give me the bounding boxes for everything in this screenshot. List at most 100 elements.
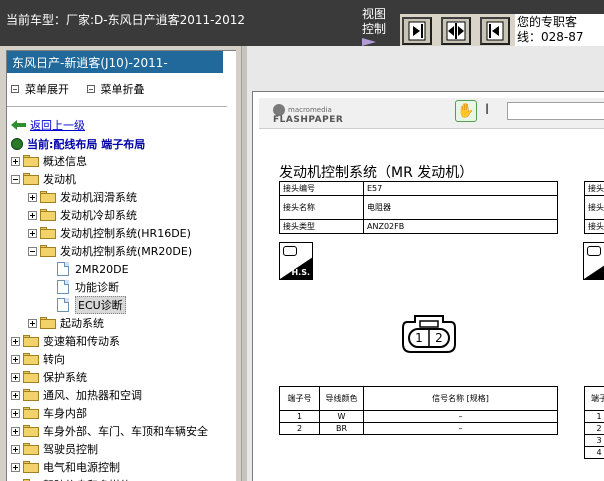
folder-icon — [23, 389, 39, 401]
right-pin-cell: 3 — [584, 434, 604, 447]
back-arrow-icon — [11, 120, 26, 130]
expand-all-button[interactable]: 菜单展开 — [11, 81, 69, 97]
tree-item-label: 电气和电源控制 — [43, 461, 120, 474]
flashpaper-logo: macromedia FLASHPAPER — [273, 104, 343, 125]
folder-icon — [40, 209, 56, 221]
right-label-1: 接头 — [584, 181, 604, 196]
signal-cell: – — [363, 410, 558, 423]
flashpaper-toolbar: macromedia FLASHPAPER ✋ Ι — [259, 98, 604, 129]
right-pin-cell: 4 — [584, 446, 604, 459]
tree-item-label: 驾驶员控制 — [43, 443, 98, 456]
tree-item-label: 车身内部 — [43, 407, 87, 420]
logo-small-text: macromedia — [288, 106, 332, 114]
expand-plus-icon[interactable] — [11, 390, 20, 400]
color-col-header: 导线颜色 — [319, 386, 364, 411]
connector-diagram: 1 2 — [402, 315, 456, 353]
signal-cell: – — [363, 422, 558, 435]
logo-big-text: FLASHPAPER — [273, 115, 344, 125]
expand-plus-icon[interactable] — [11, 336, 20, 346]
tree-folder-item[interactable]: 发动机润滑系统 — [28, 188, 137, 206]
right-label-3: 接头 — [584, 219, 604, 234]
document-icon — [57, 298, 69, 312]
pin-cell: 1 — [279, 410, 320, 423]
folder-icon — [23, 155, 39, 167]
connector-type-label: 接头类型 — [279, 219, 364, 234]
expand-label: 菜单展开 — [25, 83, 69, 96]
fit-page-button[interactable] — [441, 17, 471, 45]
expand-plus-icon[interactable] — [28, 210, 37, 220]
tree-folder-item[interactable]: 概述信息 — [11, 152, 87, 170]
expand-plus-icon[interactable] — [11, 462, 20, 472]
connector-name-label: 接头名称 — [279, 195, 364, 220]
expand-plus-icon[interactable] — [11, 354, 20, 364]
tree-doc-item[interactable]: 功能诊断 — [57, 278, 119, 296]
tree-folder-item[interactable]: 发动机冷却系统 — [28, 206, 137, 224]
connector-no-label: 接头编号 — [279, 181, 364, 196]
view-pointer-icon — [362, 38, 376, 46]
connector-name-row: 接头名称 电阻器 — [279, 195, 558, 220]
expand-plus-icon[interactable] — [11, 156, 20, 166]
pin-col-header: 端子号 — [279, 386, 320, 411]
tree-doc-item[interactable]: 2MR20DE — [57, 260, 129, 278]
tree-folder-item[interactable]: 驾驶员控制 — [11, 440, 98, 458]
tree-item-label: 通风、加热器和空调 — [43, 389, 142, 402]
title-bar: 当前车型：厂家:D-东风日产逍客2011-2012 视图控制 您的专职客 线：0… — [0, 0, 604, 46]
sidebar: 东风日产-新逍客(J10)-2011- 菜单展开 菜单折叠 返回上一级 当前:配… — [0, 46, 241, 481]
expand-plus-icon[interactable] — [11, 408, 20, 418]
expand-plus-icon[interactable] — [11, 372, 20, 382]
tree-item-label: 驾驶信息和多媒体 — [43, 477, 131, 481]
pin-label-1: 1 — [415, 331, 423, 345]
expand-plus-icon[interactable] — [28, 318, 37, 328]
page-nav-toolbar — [400, 14, 515, 46]
current-vehicle-title: 当前车型：厂家:D-东风日产逍客2011-2012 — [6, 13, 246, 27]
folder-icon — [23, 425, 39, 437]
next-page-button[interactable] — [402, 17, 432, 45]
tree-doc-item[interactable]: ECU诊断 — [57, 296, 126, 314]
document-icon — [57, 262, 69, 276]
collapse-label: 菜单折叠 — [100, 83, 145, 96]
expand-plus-icon[interactable] — [11, 426, 20, 436]
hand-tool-button[interactable]: ✋ — [455, 100, 477, 122]
tree-folder-item[interactable]: 起动系统 — [28, 314, 104, 332]
current-location: 当前:配线布局 端子布局 — [11, 136, 145, 152]
collapse-all-button[interactable]: 菜单折叠 — [86, 81, 145, 97]
tree-folder-item[interactable]: 发动机控制系统(HR16DE) — [28, 224, 191, 242]
tree-folder-item[interactable]: 转向 — [11, 350, 65, 368]
collapse-minus-icon[interactable] — [11, 174, 20, 184]
folder-icon — [23, 371, 39, 383]
tree-folder-item[interactable]: 发动机 — [11, 170, 76, 188]
prev-page-button[interactable] — [480, 17, 510, 45]
tree-folder-item[interactable]: 车身内部 — [11, 404, 87, 422]
expand-plus-icon[interactable] — [28, 192, 37, 202]
tree-item-label: 概述信息 — [43, 155, 87, 168]
tree-folder-item[interactable]: 通风、加热器和空调 — [11, 386, 142, 404]
support-hotline: 您的专职客 线：028-87 — [515, 14, 604, 46]
expand-plus-icon[interactable] — [11, 444, 20, 454]
pin-label-2: 2 — [435, 331, 443, 345]
collapse-minus-icon[interactable] — [28, 246, 37, 256]
tree-folder-item[interactable]: 驾驶信息和多媒体 — [11, 476, 131, 481]
fit-page-icon — [446, 21, 466, 41]
back-link[interactable]: 返回上一级 — [11, 117, 85, 133]
folder-icon — [23, 335, 39, 347]
tree-folder-item[interactable]: 变速箱和传动系 — [11, 332, 120, 350]
hs-triangle-right — [584, 257, 604, 279]
tree-item-label: 转向 — [43, 353, 65, 366]
right-connector-table: 接头 接头 接头 — [584, 181, 604, 234]
folder-icon — [40, 317, 56, 329]
hs-connector-icon-right — [587, 246, 601, 256]
tree-item-label: 功能诊断 — [75, 281, 119, 294]
search-input[interactable] — [507, 102, 604, 120]
text-select-tool[interactable]: Ι — [485, 102, 489, 118]
tree-item-label: 变速箱和传动系 — [43, 335, 120, 348]
tree-folder-item[interactable]: 电气和电源控制 — [11, 458, 120, 476]
right-pin-header: 端子 — [584, 386, 604, 411]
hs-symbol-icon-right — [583, 242, 604, 280]
tree-item-label: 车身外部、车门、车顶和车辆安全 — [43, 425, 208, 438]
divider — [7, 106, 227, 107]
expand-plus-icon[interactable] — [28, 228, 37, 238]
tree-folder-item[interactable]: 保护系统 — [11, 368, 87, 386]
connector-no-row: 接头编号 E57 — [279, 181, 558, 196]
tree-folder-item[interactable]: 车身外部、车门、车顶和车辆安全 — [11, 422, 208, 440]
tree-folder-item[interactable]: 发动机控制系统(MR20DE) — [28, 242, 192, 260]
